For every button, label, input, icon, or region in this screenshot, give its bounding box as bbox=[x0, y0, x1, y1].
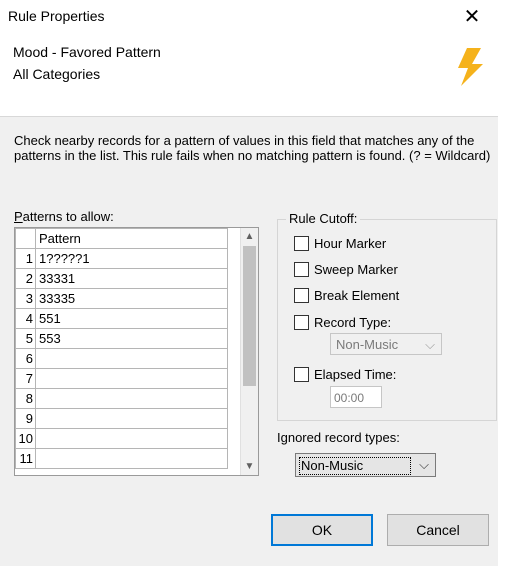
pattern-cell[interactable]: 553 bbox=[35, 328, 228, 349]
checkbox-box[interactable] bbox=[294, 315, 309, 330]
column-header-pattern[interactable]: Pattern bbox=[35, 228, 228, 249]
table-row[interactable]: 2 33331 bbox=[15, 268, 228, 289]
table-row[interactable]: 3 33335 bbox=[15, 288, 228, 309]
patterns-label: Patterns to allow: bbox=[14, 209, 114, 224]
chevron-down-icon: ⌵ bbox=[419, 457, 429, 472]
chevron-down-icon: ⌵ bbox=[425, 337, 435, 352]
pattern-cell[interactable]: 33331 bbox=[35, 268, 228, 289]
rule-cutoff-title: Rule Cutoff: bbox=[286, 211, 361, 226]
table-row[interactable]: 6 bbox=[15, 348, 228, 369]
scroll-down-icon[interactable]: ▼ bbox=[241, 458, 258, 475]
table-row[interactable]: 5 553 bbox=[15, 328, 228, 349]
table-row[interactable]: 1 1?????1 bbox=[15, 248, 228, 269]
rule-description: Check nearby records for a pattern of va… bbox=[14, 133, 491, 163]
pattern-cell[interactable]: 1?????1 bbox=[35, 248, 228, 269]
pattern-cell[interactable] bbox=[35, 348, 228, 369]
lightning-bolt-icon bbox=[458, 48, 483, 86]
rule-name: Mood - Favored Pattern bbox=[13, 44, 161, 60]
window-title: Rule Properties bbox=[8, 8, 105, 24]
title-bar: Rule Properties ✕ bbox=[0, 0, 498, 34]
table-row[interactable]: 10 bbox=[15, 428, 228, 449]
ignored-types-label: Ignored record types: bbox=[277, 430, 400, 445]
grid-scrollbar[interactable]: ▲ ▼ bbox=[240, 228, 258, 475]
record-type-select[interactable]: Non-Music ⌵ bbox=[330, 333, 442, 355]
sweep-marker-checkbox[interactable]: Sweep Marker bbox=[294, 262, 398, 277]
pattern-cell[interactable] bbox=[35, 428, 228, 449]
elapsed-time-input[interactable]: 00:00 bbox=[330, 386, 382, 408]
close-button[interactable]: ✕ bbox=[450, 0, 494, 34]
checkbox-box[interactable] bbox=[294, 288, 309, 303]
table-row[interactable]: 9 bbox=[15, 408, 228, 429]
ignored-types-select[interactable]: Non-Music ⌵ bbox=[295, 453, 436, 477]
grid-header-row: Pattern bbox=[15, 228, 228, 249]
pattern-cell[interactable] bbox=[35, 388, 228, 409]
scroll-thumb[interactable] bbox=[243, 246, 256, 386]
rule-scope: All Categories bbox=[13, 66, 101, 82]
scroll-up-icon[interactable]: ▲ bbox=[241, 228, 258, 245]
break-element-label: Break Element bbox=[314, 288, 400, 303]
pattern-cell[interactable] bbox=[35, 448, 228, 469]
pattern-cell[interactable]: 551 bbox=[35, 308, 228, 329]
elapsed-time-label: Elapsed Time: bbox=[314, 367, 397, 382]
ok-button[interactable]: OK bbox=[271, 514, 373, 546]
close-icon: ✕ bbox=[463, 6, 481, 28]
ignored-types-value: Non-Music bbox=[299, 457, 411, 475]
pattern-cell[interactable] bbox=[35, 408, 228, 429]
patterns-grid[interactable]: Pattern 1 1?????1 2 33331 3 33335 4 551 5 553… bbox=[14, 227, 259, 476]
cancel-button[interactable]: Cancel bbox=[387, 514, 489, 546]
table-row[interactable]: 8 bbox=[15, 388, 228, 409]
checkbox-box[interactable] bbox=[294, 262, 309, 277]
checkbox-box[interactable] bbox=[294, 236, 309, 251]
hour-marker-label: Hour Marker bbox=[314, 236, 387, 251]
table-row[interactable]: 4 551 bbox=[15, 308, 228, 329]
row-header-corner bbox=[15, 228, 36, 249]
checkbox-box[interactable] bbox=[294, 367, 309, 382]
elapsed-time-checkbox[interactable]: Elapsed Time: bbox=[294, 367, 396, 382]
hour-marker-checkbox[interactable]: Hour Marker bbox=[294, 236, 386, 251]
break-element-checkbox[interactable]: Break Element bbox=[294, 288, 399, 303]
pattern-cell[interactable]: 33335 bbox=[35, 288, 228, 309]
table-row[interactable]: 7 bbox=[15, 368, 228, 389]
pattern-cell[interactable] bbox=[35, 368, 228, 389]
dialog-body: Check nearby records for a pattern of va… bbox=[0, 116, 498, 566]
dialog-header: Mood - Favored Pattern All Categories bbox=[0, 34, 498, 116]
table-row[interactable]: 11 bbox=[15, 448, 228, 469]
record-type-checkbox[interactable]: Record Type: bbox=[294, 315, 391, 330]
sweep-marker-label: Sweep Marker bbox=[314, 262, 398, 277]
record-type-label: Record Type: bbox=[314, 315, 392, 330]
